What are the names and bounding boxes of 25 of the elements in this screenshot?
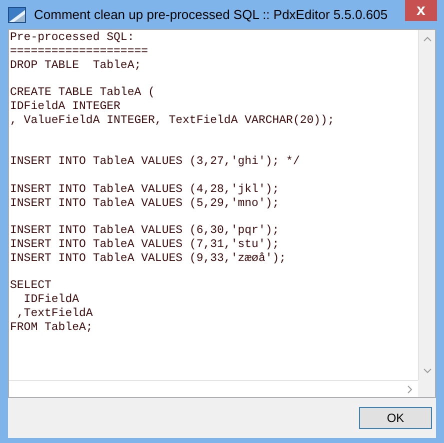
scroll-down-icon[interactable] (422, 368, 432, 374)
code-line: DROP TABLE TableA; (10, 58, 142, 72)
code-line: ==================== (10, 44, 148, 59)
code-line: CREATE TABLE TableA ( (10, 86, 155, 100)
code-line: INSERT INTO TableA VALUES (7,31,'stu'); (10, 238, 280, 252)
app-icon (8, 6, 26, 22)
code-line: INSERT INTO TableA VALUES (4,28,'jkl'); (10, 182, 280, 197)
code-line: ,TextFieldA (16, 306, 93, 321)
window-title: Comment clean up pre-processed SQL :: PdxEditor 5.5.0.605 (34, 6, 388, 24)
ok-button[interactable]: OK (359, 407, 432, 429)
code-line: , ValueFieldA INTEGER, TextFieldA VARCHAR(20)); (10, 114, 334, 128)
sql-text-area[interactable] (8, 29, 436, 398)
code-line: IDFieldA INTEGER (10, 100, 120, 114)
scroll-up-icon[interactable] (422, 36, 432, 42)
code-line: Pre-processed SQL: (10, 31, 134, 45)
code-line: IDFieldA (22, 293, 80, 307)
vertical-scrollbar[interactable] (418, 30, 435, 380)
code-line: SELECT (10, 279, 52, 294)
close-button[interactable]: x (405, 0, 437, 21)
code-line: INSERT INTO TableA VALUES (9,33,'zæøå'); (10, 252, 286, 266)
code-line: INSERT INTO TableA VALUES (5,29,'mno'); (10, 196, 280, 210)
code-line: FROM TableA; (10, 320, 93, 335)
code-line: INSERT INTO TableA VALUES (3,27,'ghi'); */ (10, 155, 300, 169)
code-line: INSERT INTO TableA VALUES (6,30,'pqr'); (10, 224, 280, 238)
scroll-right-icon[interactable] (407, 384, 413, 394)
